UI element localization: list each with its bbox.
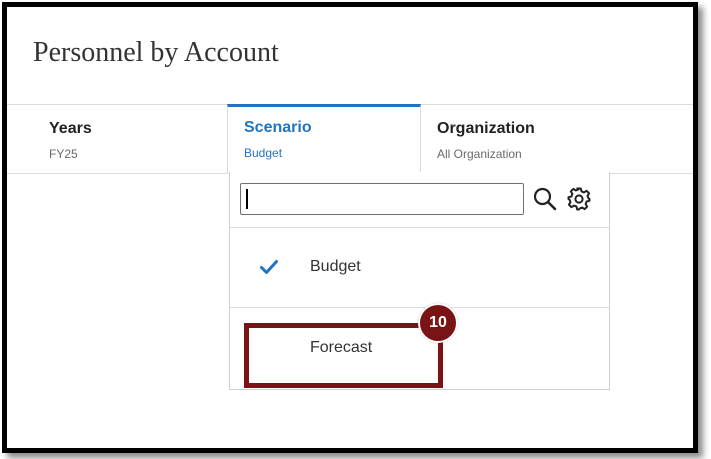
pov-bar: Years FY25 Scenario Budget Organization … [7,104,693,174]
gear-icon[interactable] [566,186,592,212]
checkmark-icon [260,259,278,275]
search-row [230,172,609,228]
pov-label-organization: Organization [437,120,535,137]
pov-item-years[interactable]: Years FY25 [33,105,227,173]
pov-value-scenario: Budget [244,146,283,160]
page-title: Personnel by Account [33,37,279,68]
screenshot-frame: Personnel by Account Years FY25 Scenario… [2,2,698,453]
scenario-dropdown: Budget Forecast [229,172,610,390]
pov-item-organization[interactable]: Organization All Organization [421,105,661,173]
option-label-forecast: Forecast [310,339,373,356]
pov-value-years: FY25 [49,147,78,161]
option-label-budget: Budget [310,258,361,275]
text-caret [246,189,248,209]
step-number-badge: 10 [418,303,458,343]
search-icon[interactable] [532,186,558,212]
pov-value-organization: All Organization [437,147,522,161]
search-input[interactable] [240,183,524,215]
pov-label-scenario: Scenario [244,119,312,136]
pov-label-years: Years [49,120,92,137]
option-budget[interactable]: Budget [230,228,609,308]
pov-item-scenario[interactable]: Scenario Budget [227,104,421,174]
